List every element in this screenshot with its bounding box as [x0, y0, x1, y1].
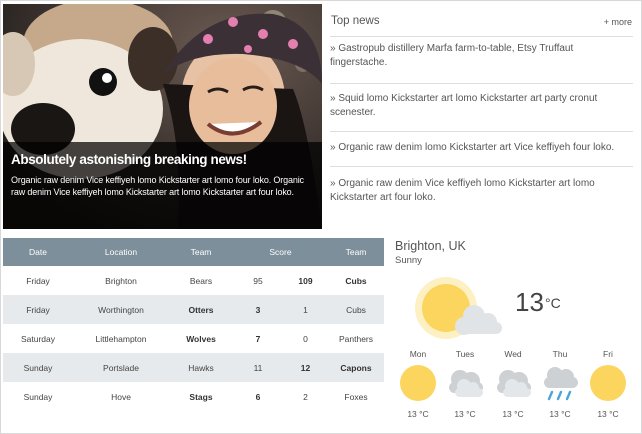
forecast-temperature: 13 °C	[407, 409, 429, 419]
temperature-unit: °C	[545, 295, 561, 311]
location-cell: Portslade	[73, 353, 169, 382]
forecast-temperature: 13 °C	[597, 409, 619, 419]
sun-icon	[400, 365, 436, 401]
hero-news-card[interactable]: Absolutely astonishing breaking news! Or…	[3, 4, 322, 229]
away-score-cell: 2	[303, 391, 308, 402]
current-temperature: 13	[515, 287, 544, 317]
news-item[interactable]: » Organic raw denim lomo Kickstarter art…	[330, 141, 633, 167]
home-team-cell: Wolves	[186, 333, 216, 344]
away-team-cell: Foxes	[344, 391, 368, 402]
sun-icon	[590, 365, 626, 401]
forecast-day: Thu	[552, 349, 568, 359]
column-header-score: Score	[233, 238, 328, 266]
away-team-cell: Capons	[328, 353, 384, 382]
home-team-cell: Stags	[189, 391, 213, 402]
news-item[interactable]: » Gastropub distillery Marfa farm-to-tab…	[330, 42, 633, 84]
top-news-title: Top news	[331, 15, 380, 27]
hero-headline[interactable]: Absolutely astonishing breaking news!	[11, 152, 314, 168]
location-cell: Worthington	[73, 295, 169, 324]
table-row: Friday Worthington Otters 3 1 Cubs	[3, 295, 384, 324]
away-team-cell: Panthers	[338, 333, 374, 344]
forecast-day: Mon	[409, 349, 427, 359]
table-header-row: Date Location Team Score Team	[3, 238, 384, 266]
column-header-team: Team	[328, 238, 384, 266]
location-cell: Littlehampton	[95, 333, 147, 344]
location-cell: Hove	[111, 391, 131, 402]
away-score-cell: 12	[283, 353, 328, 382]
home-team-cell: Bears	[189, 275, 213, 286]
away-score-cell: 0	[303, 333, 308, 344]
home-team-cell: Otters	[169, 295, 233, 324]
away-score-cell: 109	[298, 275, 313, 286]
cloud-icon	[449, 370, 483, 397]
sun-behind-cloud-icon	[415, 277, 502, 339]
column-header-team: Team	[169, 238, 233, 266]
table-row: Sunday Hove Stags 6 2 Foxes	[3, 382, 384, 411]
date-cell: Sunday	[23, 391, 53, 402]
news-item[interactable]: » Organic raw denim Vice keffiyeh lomo K…	[330, 177, 633, 212]
top-news-header: Top news + more	[330, 15, 633, 37]
away-team-cell: Cubs	[328, 295, 384, 324]
top-news-panel: Top news + more » Gastropub distillery M…	[330, 4, 633, 228]
hero-summary: Organic raw denim Vice keffiyeh lomo Kic…	[11, 175, 304, 197]
home-score-cell: 3	[233, 295, 283, 324]
cloud-icon	[497, 370, 531, 397]
weather-widget: Brighton, UK Sunny 13 °C Mon Tues Wed Th…	[394, 238, 634, 428]
home-score-cell: 7	[255, 333, 261, 344]
column-header-location: Location	[73, 238, 169, 266]
home-score-cell: 11	[233, 353, 283, 382]
date-cell: Friday	[3, 295, 73, 324]
date-cell: Sunday	[3, 353, 73, 382]
column-header-date: Date	[3, 238, 73, 266]
forecast-day: Fri	[603, 349, 613, 359]
forecast-day: Wed	[504, 349, 522, 359]
home-team-cell: Hawks	[169, 353, 233, 382]
table-row: Saturday Littlehampton Wolves 7 0 Panthe…	[3, 324, 384, 353]
table-row: Friday Brighton Bears 95 109 Cubs	[3, 266, 384, 295]
home-score-cell: 6	[255, 391, 261, 402]
rain-cloud-icon	[544, 367, 578, 401]
forecast-day: Tues	[455, 349, 475, 359]
forecast-temperature: 13 °C	[502, 409, 524, 419]
location-cell: Brighton	[105, 275, 137, 286]
weather-city: Brighton, UK	[395, 239, 466, 253]
scores-table: Date Location Team Score Team Friday Bri…	[3, 238, 384, 411]
forecast-temperature: 13 °C	[549, 409, 571, 419]
hero-caption: Absolutely astonishing breaking news! Or…	[3, 142, 322, 229]
away-score-cell: 1	[283, 295, 328, 324]
weather-condition: Sunny	[395, 255, 422, 266]
date-cell: Saturday	[20, 333, 56, 344]
forecast-temperature: 13 °C	[454, 409, 476, 419]
home-score-cell: 95	[253, 275, 263, 286]
news-item[interactable]: » Squid lomo Kickstarter art lomo Kickst…	[330, 92, 633, 132]
date-cell: Friday	[26, 275, 50, 286]
more-news-link[interactable]: + more	[604, 17, 632, 27]
away-team-cell: Cubs	[345, 275, 367, 286]
table-row: Sunday Portslade Hawks 11 12 Capons	[3, 353, 384, 382]
